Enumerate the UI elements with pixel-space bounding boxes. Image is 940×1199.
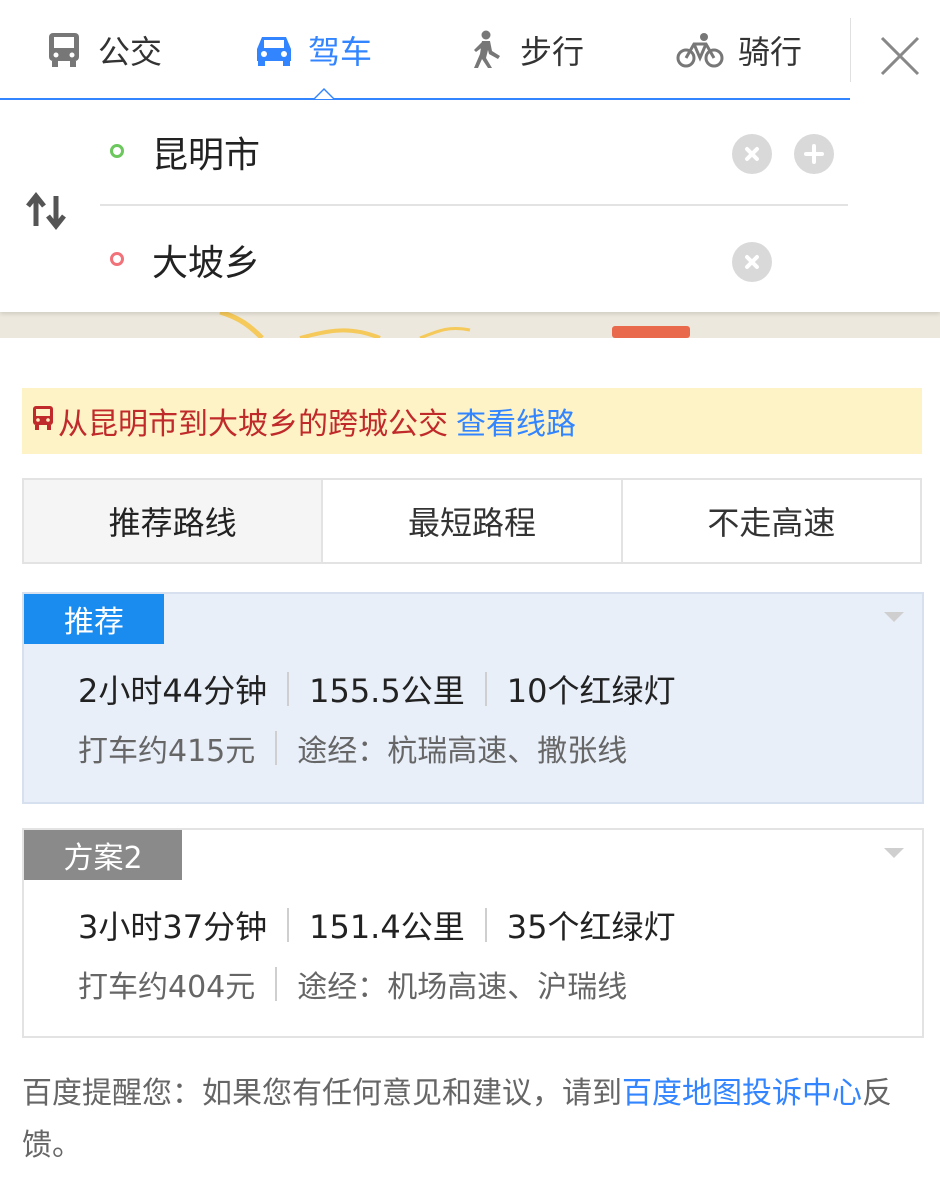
active-tab-caret [313, 88, 335, 99]
swap-icon[interactable] [22, 186, 72, 236]
plan-tag: 方案2 [24, 830, 182, 880]
map-background[interactable] [0, 312, 940, 338]
tab-walk-label: 步行 [520, 33, 585, 71]
car-icon [254, 30, 294, 70]
plan-duration: 3小时37分钟 [78, 908, 268, 946]
walk-icon [466, 30, 506, 70]
feedback-notice: 百度提醒您：如果您有任何意见和建议，请到百度地图投诉中心反馈。 [22, 1068, 927, 1172]
plan-card-2[interactable]: 方案2 3小时37分钟 151.4公里 35个红绿灯 打车约404元 途经：机场… [22, 828, 924, 1038]
plan-via: 途经：机场高速、沪瑞线 [297, 970, 628, 1005]
tab-bus[interactable]: 公交 [44, 22, 162, 78]
bus-icon [44, 30, 84, 70]
tab-drive[interactable]: 驾车 [254, 22, 372, 78]
bike-icon [676, 30, 724, 70]
tab-walk[interactable]: 步行 [466, 22, 584, 78]
tab-bike-label: 骑行 [738, 33, 803, 71]
plan-tag: 推荐 [24, 594, 164, 644]
plan-distance: 151.4公里 [309, 908, 465, 946]
plan-summary: 3小时37分钟 151.4公里 35个红绿灯 [78, 902, 675, 948]
separator [484, 908, 487, 942]
plan-card-1[interactable]: 推荐 2小时44分钟 155.5公里 10个红绿灯 打车约415元 途经：杭瑞高… [22, 592, 924, 804]
route-strategy-tabs: 推荐路线 最短路程 不走高速 [22, 478, 922, 564]
plan-detail: 打车约415元 途经：杭瑞高速、撒张线 [78, 726, 627, 770]
expand-arrow-icon[interactable] [884, 848, 904, 858]
plan-lights: 35个红绿灯 [506, 908, 676, 946]
add-waypoint-icon[interactable] [794, 134, 834, 174]
route-panel: 公交 驾车 步行 骑行 昆明市 大坡乡 [0, 0, 940, 312]
strategy-no-highway[interactable]: 不走高速 [623, 480, 920, 562]
expand-arrow-icon[interactable] [884, 612, 904, 622]
feedback-prefix: 百度提醒您：如果您有任何意见和建议，请到 [22, 1076, 622, 1111]
plan-detail: 打车约404元 途经：机场高速、沪瑞线 [78, 962, 627, 1006]
separator [275, 967, 278, 1001]
end-input[interactable] [150, 238, 714, 282]
tab-bike[interactable]: 骑行 [676, 22, 802, 78]
divider [850, 18, 851, 82]
start-row [100, 100, 848, 206]
bus-small-icon [32, 404, 54, 439]
clear-end-icon[interactable] [732, 242, 772, 282]
plan-lights: 10个红绿灯 [506, 672, 676, 710]
separator [484, 672, 487, 706]
start-marker-icon [110, 144, 124, 158]
plan-duration: 2小时44分钟 [78, 672, 268, 710]
cross-city-bus-banner: 从昆明市到大坡乡的跨城公交 查看线路 [22, 388, 922, 454]
separator [287, 908, 290, 942]
end-marker-icon [110, 252, 124, 266]
strategy-recommended[interactable]: 推荐路线 [24, 480, 324, 562]
view-route-link[interactable]: 查看线路 [456, 399, 576, 443]
close-icon[interactable] [872, 28, 928, 84]
clear-start-icon[interactable] [732, 134, 772, 174]
end-row [100, 208, 848, 312]
banner-text: 从昆明市到大坡乡的跨城公交 [58, 407, 448, 442]
plan-taxi: 打车约404元 [78, 970, 256, 1005]
tab-bus-label: 公交 [98, 33, 163, 71]
separator [287, 672, 290, 706]
strategy-shortest[interactable]: 最短路程 [323, 480, 623, 562]
plan-summary: 2小时44分钟 155.5公里 10个红绿灯 [78, 666, 675, 712]
tab-drive-label: 驾车 [308, 33, 373, 71]
separator [275, 731, 278, 765]
transport-tabs: 公交 驾车 步行 骑行 [0, 0, 850, 100]
plan-taxi: 打车约415元 [78, 734, 256, 769]
plan-via: 途经：杭瑞高速、撒张线 [297, 734, 628, 769]
plan-distance: 155.5公里 [309, 672, 465, 710]
complaint-center-link[interactable]: 百度地图投诉中心 [622, 1076, 862, 1111]
start-input[interactable] [150, 130, 714, 174]
